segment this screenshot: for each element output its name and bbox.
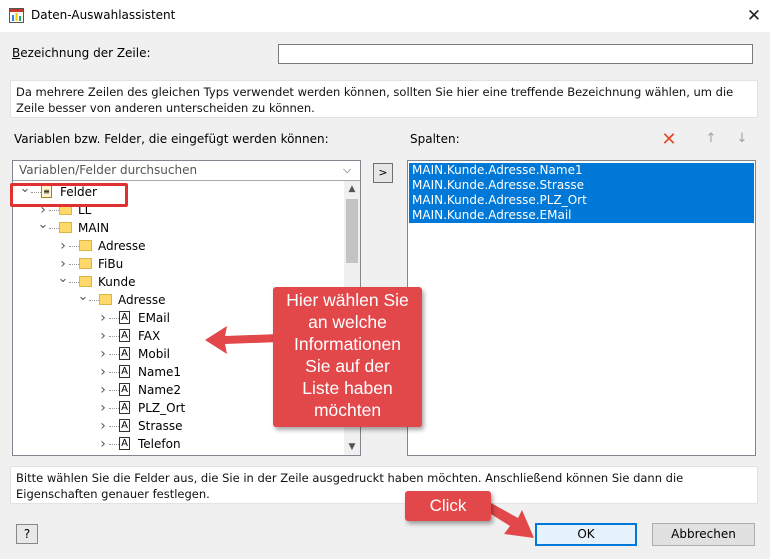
columns-list[interactable]: MAIN.Kunde.Adresse.Name1 MAIN.Kunde.Adres… [407, 160, 756, 456]
tree-connector [69, 246, 79, 247]
tree-item-label: Adresse [118, 293, 166, 307]
tree-item-label: Telefon [138, 437, 181, 451]
column-item[interactable]: MAIN.Kunde.Adresse.Strasse [409, 178, 754, 193]
tree-connector [69, 282, 79, 283]
callout-instructions: Hier wählen Sie an welche Informationen Sie… [273, 287, 422, 427]
cancel-button[interactable]: Abbrechen [652, 523, 755, 546]
tree-connector [49, 228, 59, 229]
columns-label: Spalten: [410, 132, 460, 146]
field-icon: A [119, 329, 130, 342]
tree-item-label: Mobil [138, 347, 170, 361]
move-up-icon[interactable]: ↑ [703, 131, 719, 149]
variables-label: Variablen bzw. Felder, die eingefügt wer… [14, 132, 329, 146]
title-bar: Daten-Auswahlassistent ✕ [0, 0, 770, 32]
tree-connector [109, 318, 119, 319]
tree-item-label: Adresse [98, 239, 146, 253]
field-icon: A [119, 437, 130, 450]
tree-connector [109, 444, 119, 445]
expand-chevron-down-icon[interactable]: ⌄ [37, 216, 49, 234]
tree-connector [109, 390, 119, 391]
folder-icon [79, 276, 92, 287]
field-icon: A [119, 311, 130, 324]
callout-line: Hier wählen Sie [286, 290, 409, 310]
expand-chevron-right-icon[interactable]: › [97, 363, 109, 381]
column-item[interactable]: MAIN.Kunde.Adresse.EMail [409, 208, 754, 223]
move-down-icon[interactable]: ↓ [734, 131, 750, 149]
tree-connector [69, 264, 79, 265]
app-icon [9, 8, 24, 23]
tree-item-label: EMail [138, 311, 170, 325]
row-name-input[interactable] [278, 44, 753, 64]
callout-click: Click [405, 491, 491, 521]
tree-connector [109, 336, 119, 337]
callout-arrow-left-icon [205, 326, 280, 354]
felder-highlight-frame [10, 183, 128, 207]
folder-icon [99, 294, 112, 305]
field-icon: A [119, 347, 130, 360]
expand-chevron-right-icon[interactable]: › [97, 345, 109, 363]
chevron-down-icon[interactable]: ⌵ [343, 163, 351, 177]
expand-chevron-right-icon[interactable]: › [97, 417, 109, 435]
field-icon: A [119, 365, 130, 378]
tree-item-label: FAX [138, 329, 161, 343]
row-name-label-text: ezeichnung der Zeile: [20, 46, 151, 60]
tree-item-label: PLZ_Ort [138, 401, 186, 415]
expand-chevron-right-icon[interactable]: › [97, 381, 109, 399]
expand-chevron-right-icon[interactable]: › [97, 399, 109, 417]
info-text-bottom: Bitte wählen Sie die Felder aus, die Sie… [10, 466, 758, 504]
row-name-label: Bezeichnung der Zeile: [12, 46, 151, 60]
callout-line: Sie auf der [305, 356, 390, 376]
delete-icon[interactable]: ✕ [660, 131, 678, 149]
help-button[interactable]: ? [16, 524, 38, 544]
callout-line: an welche [308, 312, 387, 332]
variables-search-input[interactable]: Variablen/Felder durchsuchen [13, 161, 360, 181]
tree-item-label: FiBu [98, 257, 124, 271]
folder-icon [79, 258, 92, 269]
scroll-down-icon[interactable]: ▼ [344, 439, 360, 455]
field-icon: A [119, 401, 130, 414]
scroll-up-icon[interactable]: ▲ [344, 181, 360, 197]
tree-connector [49, 210, 59, 211]
expand-chevron-right-icon[interactable]: › [97, 309, 109, 327]
add-column-button[interactable]: > [373, 163, 393, 183]
callout-line: möchten [313, 400, 382, 420]
field-icon: A [119, 383, 130, 396]
expand-chevron-right-icon[interactable]: › [97, 435, 109, 453]
expand-chevron-down-icon[interactable]: ⌄ [77, 288, 89, 306]
callout-line: Informationen [293, 334, 401, 354]
scrollbar-thumb[interactable] [346, 199, 358, 263]
close-icon[interactable]: ✕ [740, 2, 768, 30]
expand-chevron-right-icon[interactable]: › [97, 327, 109, 345]
expand-chevron-right-icon[interactable]: › [57, 237, 69, 255]
tree-item-label: Name2 [138, 383, 182, 397]
folder-icon [59, 222, 72, 233]
expand-chevron-down-icon[interactable]: ⌄ [57, 270, 69, 288]
tree-item-label: Strasse [138, 419, 183, 433]
callout-line: Liste haben [302, 378, 393, 398]
tree-item-label: Name1 [138, 365, 182, 379]
info-text-top: Da mehrere Zeilen des gleichen Typs verw… [10, 80, 758, 118]
tree-connector [109, 426, 119, 427]
tree-connector [109, 408, 119, 409]
folder-icon [79, 240, 92, 251]
tree-item-label: Kunde [98, 275, 136, 289]
tree-connector [109, 354, 119, 355]
tree-connector [89, 300, 99, 301]
field-icon: A [119, 419, 130, 432]
column-item[interactable]: MAIN.Kunde.Adresse.Name1 [409, 163, 754, 178]
tree-item-label: MAIN [78, 221, 110, 235]
window-title: Daten-Auswahlassistent [31, 8, 176, 22]
column-item[interactable]: MAIN.Kunde.Adresse.PLZ_Ort [409, 193, 754, 208]
ok-button[interactable]: OK [535, 523, 637, 546]
tree-connector [109, 372, 119, 373]
